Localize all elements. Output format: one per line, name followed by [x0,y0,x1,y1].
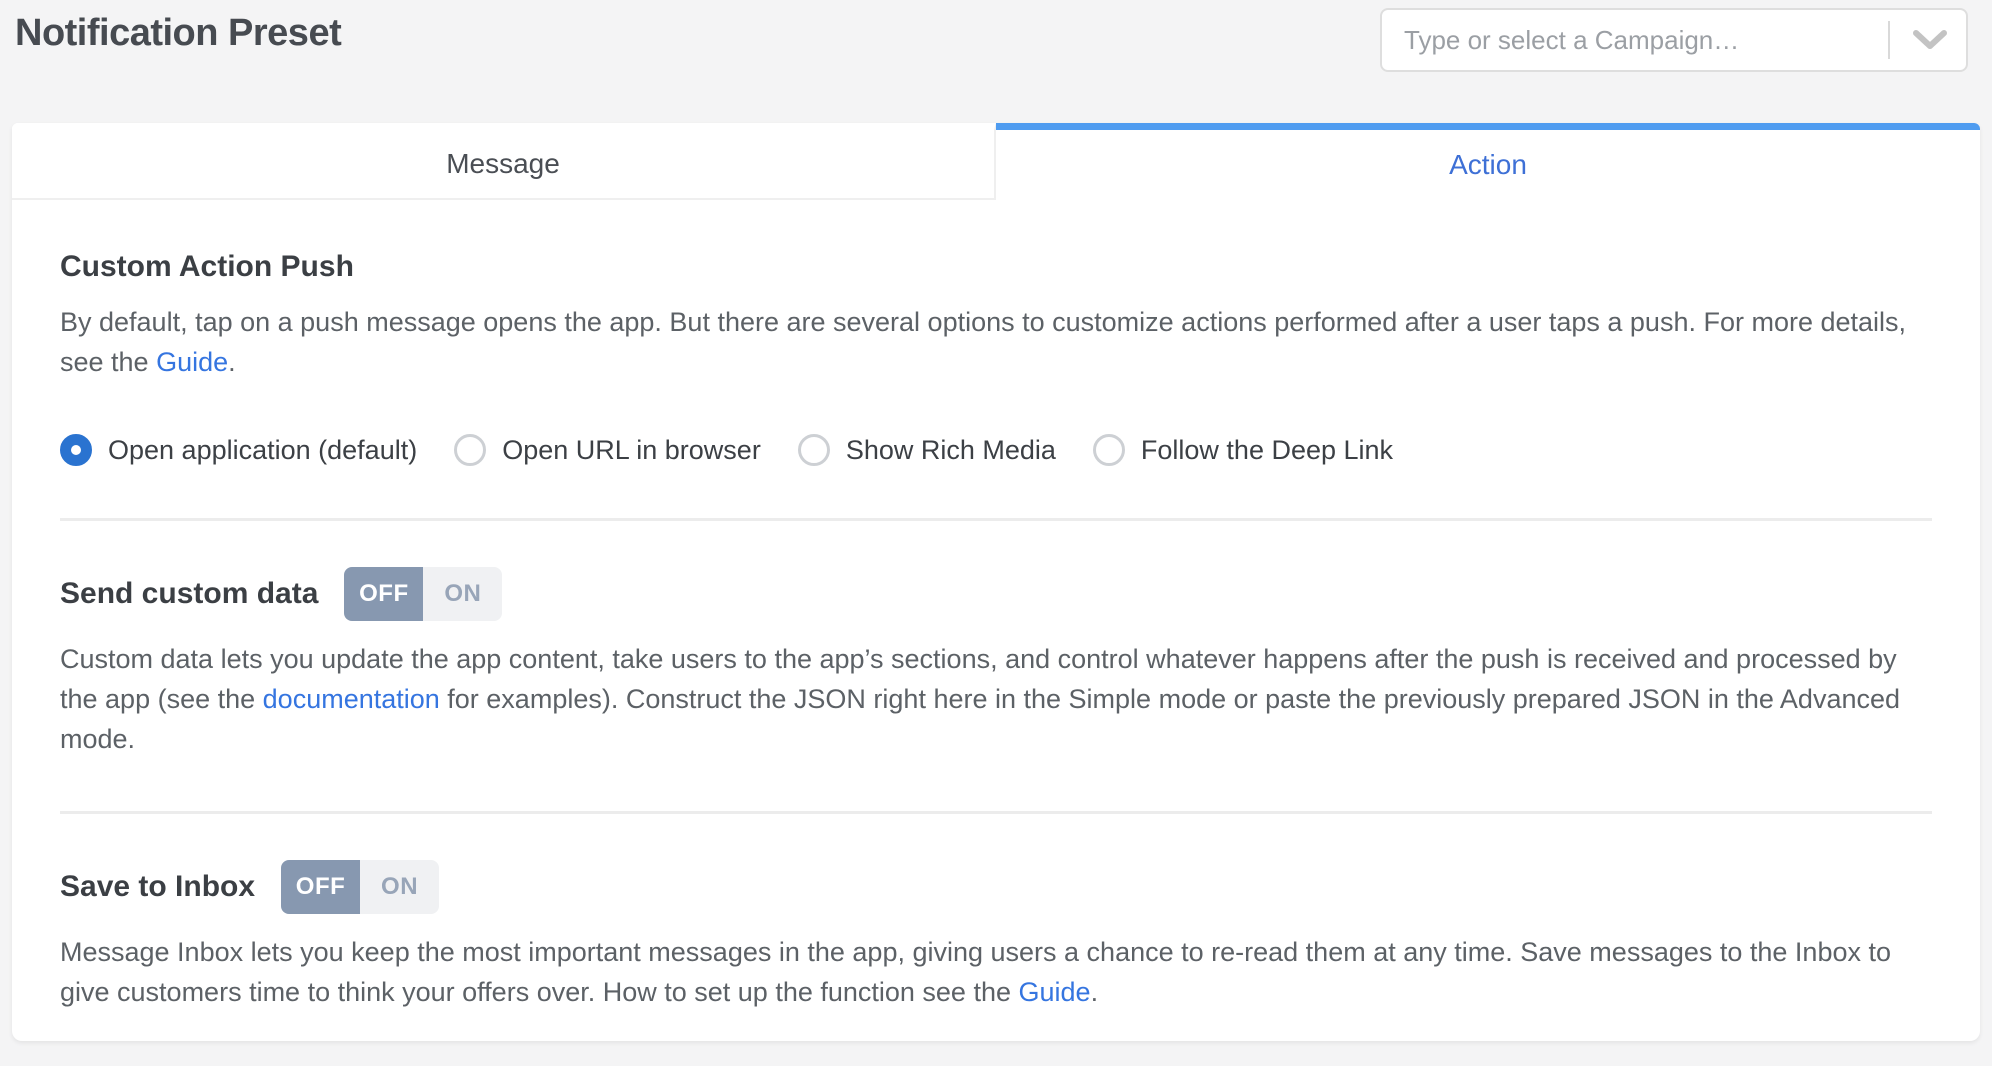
radio-open-application[interactable]: Open application (default) [60,434,417,466]
tab-message[interactable]: Message [12,123,996,200]
send-custom-data-header: Send custom data OFF ON [60,567,1932,621]
guide-link[interactable]: Guide [156,347,228,377]
description-text: Message Inbox lets you keep the most imp… [60,937,1891,1007]
section-divider [60,811,1932,814]
save-to-inbox-description: Message Inbox lets you keep the most imp… [60,932,1932,1012]
send-custom-data-description: Custom data lets you update the app cont… [60,639,1932,759]
select-divider [1888,21,1890,59]
radio-show-rich-media-label: Show Rich Media [846,435,1056,466]
documentation-link[interactable]: documentation [263,684,440,714]
bottom-spacer [60,1012,1932,1041]
section-divider [60,518,1932,521]
chevron-down-icon[interactable] [1908,30,1966,50]
radio-unselected-icon [798,434,830,466]
preset-card: Message Action Custom Action Push By def… [12,123,1980,1041]
campaign-select[interactable]: Type or select a Campaign… [1380,8,1968,72]
radio-selected-icon [60,434,92,466]
tab-action-label: Action [1449,149,1527,181]
save-to-inbox-section: Save to Inbox OFF ON Message Inbox lets … [60,860,1932,1012]
custom-action-push-section: Custom Action Push By default, tap on a … [60,250,1932,466]
custom-action-push-heading: Custom Action Push [60,250,1932,284]
toggle-on-button[interactable]: ON [360,860,439,914]
topbar: Notification Preset Type or select a Cam… [0,0,1992,123]
radio-open-url-label: Open URL in browser [502,435,761,466]
tab-bar: Message Action [12,123,1980,200]
save-to-inbox-toggle[interactable]: OFF ON [281,860,439,914]
toggle-off-button[interactable]: OFF [281,860,360,914]
send-custom-data-heading: Send custom data [60,577,318,611]
campaign-select-placeholder: Type or select a Campaign… [1404,25,1888,56]
toggle-on-button[interactable]: ON [423,567,502,621]
radio-open-url[interactable]: Open URL in browser [454,434,761,466]
custom-action-push-description: By default, tap on a push message opens … [60,302,1932,382]
notification-preset-page: Notification Preset Type or select a Cam… [0,0,1992,1066]
action-tab-content: Custom Action Push By default, tap on a … [12,200,1980,1041]
save-to-inbox-heading: Save to Inbox [60,870,255,904]
tab-message-label: Message [446,148,560,180]
radio-show-rich-media[interactable]: Show Rich Media [798,434,1056,466]
save-to-inbox-header: Save to Inbox OFF ON [60,860,1932,914]
page-title: Notification Preset [15,8,341,55]
radio-unselected-icon [1093,434,1125,466]
tab-action[interactable]: Action [996,123,1980,200]
radio-follow-deep-link-label: Follow the Deep Link [1141,435,1393,466]
send-custom-data-section: Send custom data OFF ON Custom data lets… [60,567,1932,759]
radio-open-application-label: Open application (default) [108,435,417,466]
send-custom-data-toggle[interactable]: OFF ON [344,567,502,621]
action-type-radio-group: Open application (default) Open URL in b… [60,434,1932,466]
radio-unselected-icon [454,434,486,466]
guide-link[interactable]: Guide [1019,977,1091,1007]
description-text: By default, tap on a push message opens … [60,307,1906,377]
toggle-off-button[interactable]: OFF [344,567,423,621]
radio-follow-deep-link[interactable]: Follow the Deep Link [1093,434,1393,466]
description-text-end: . [1091,977,1099,1007]
description-text-end: . [228,347,236,377]
